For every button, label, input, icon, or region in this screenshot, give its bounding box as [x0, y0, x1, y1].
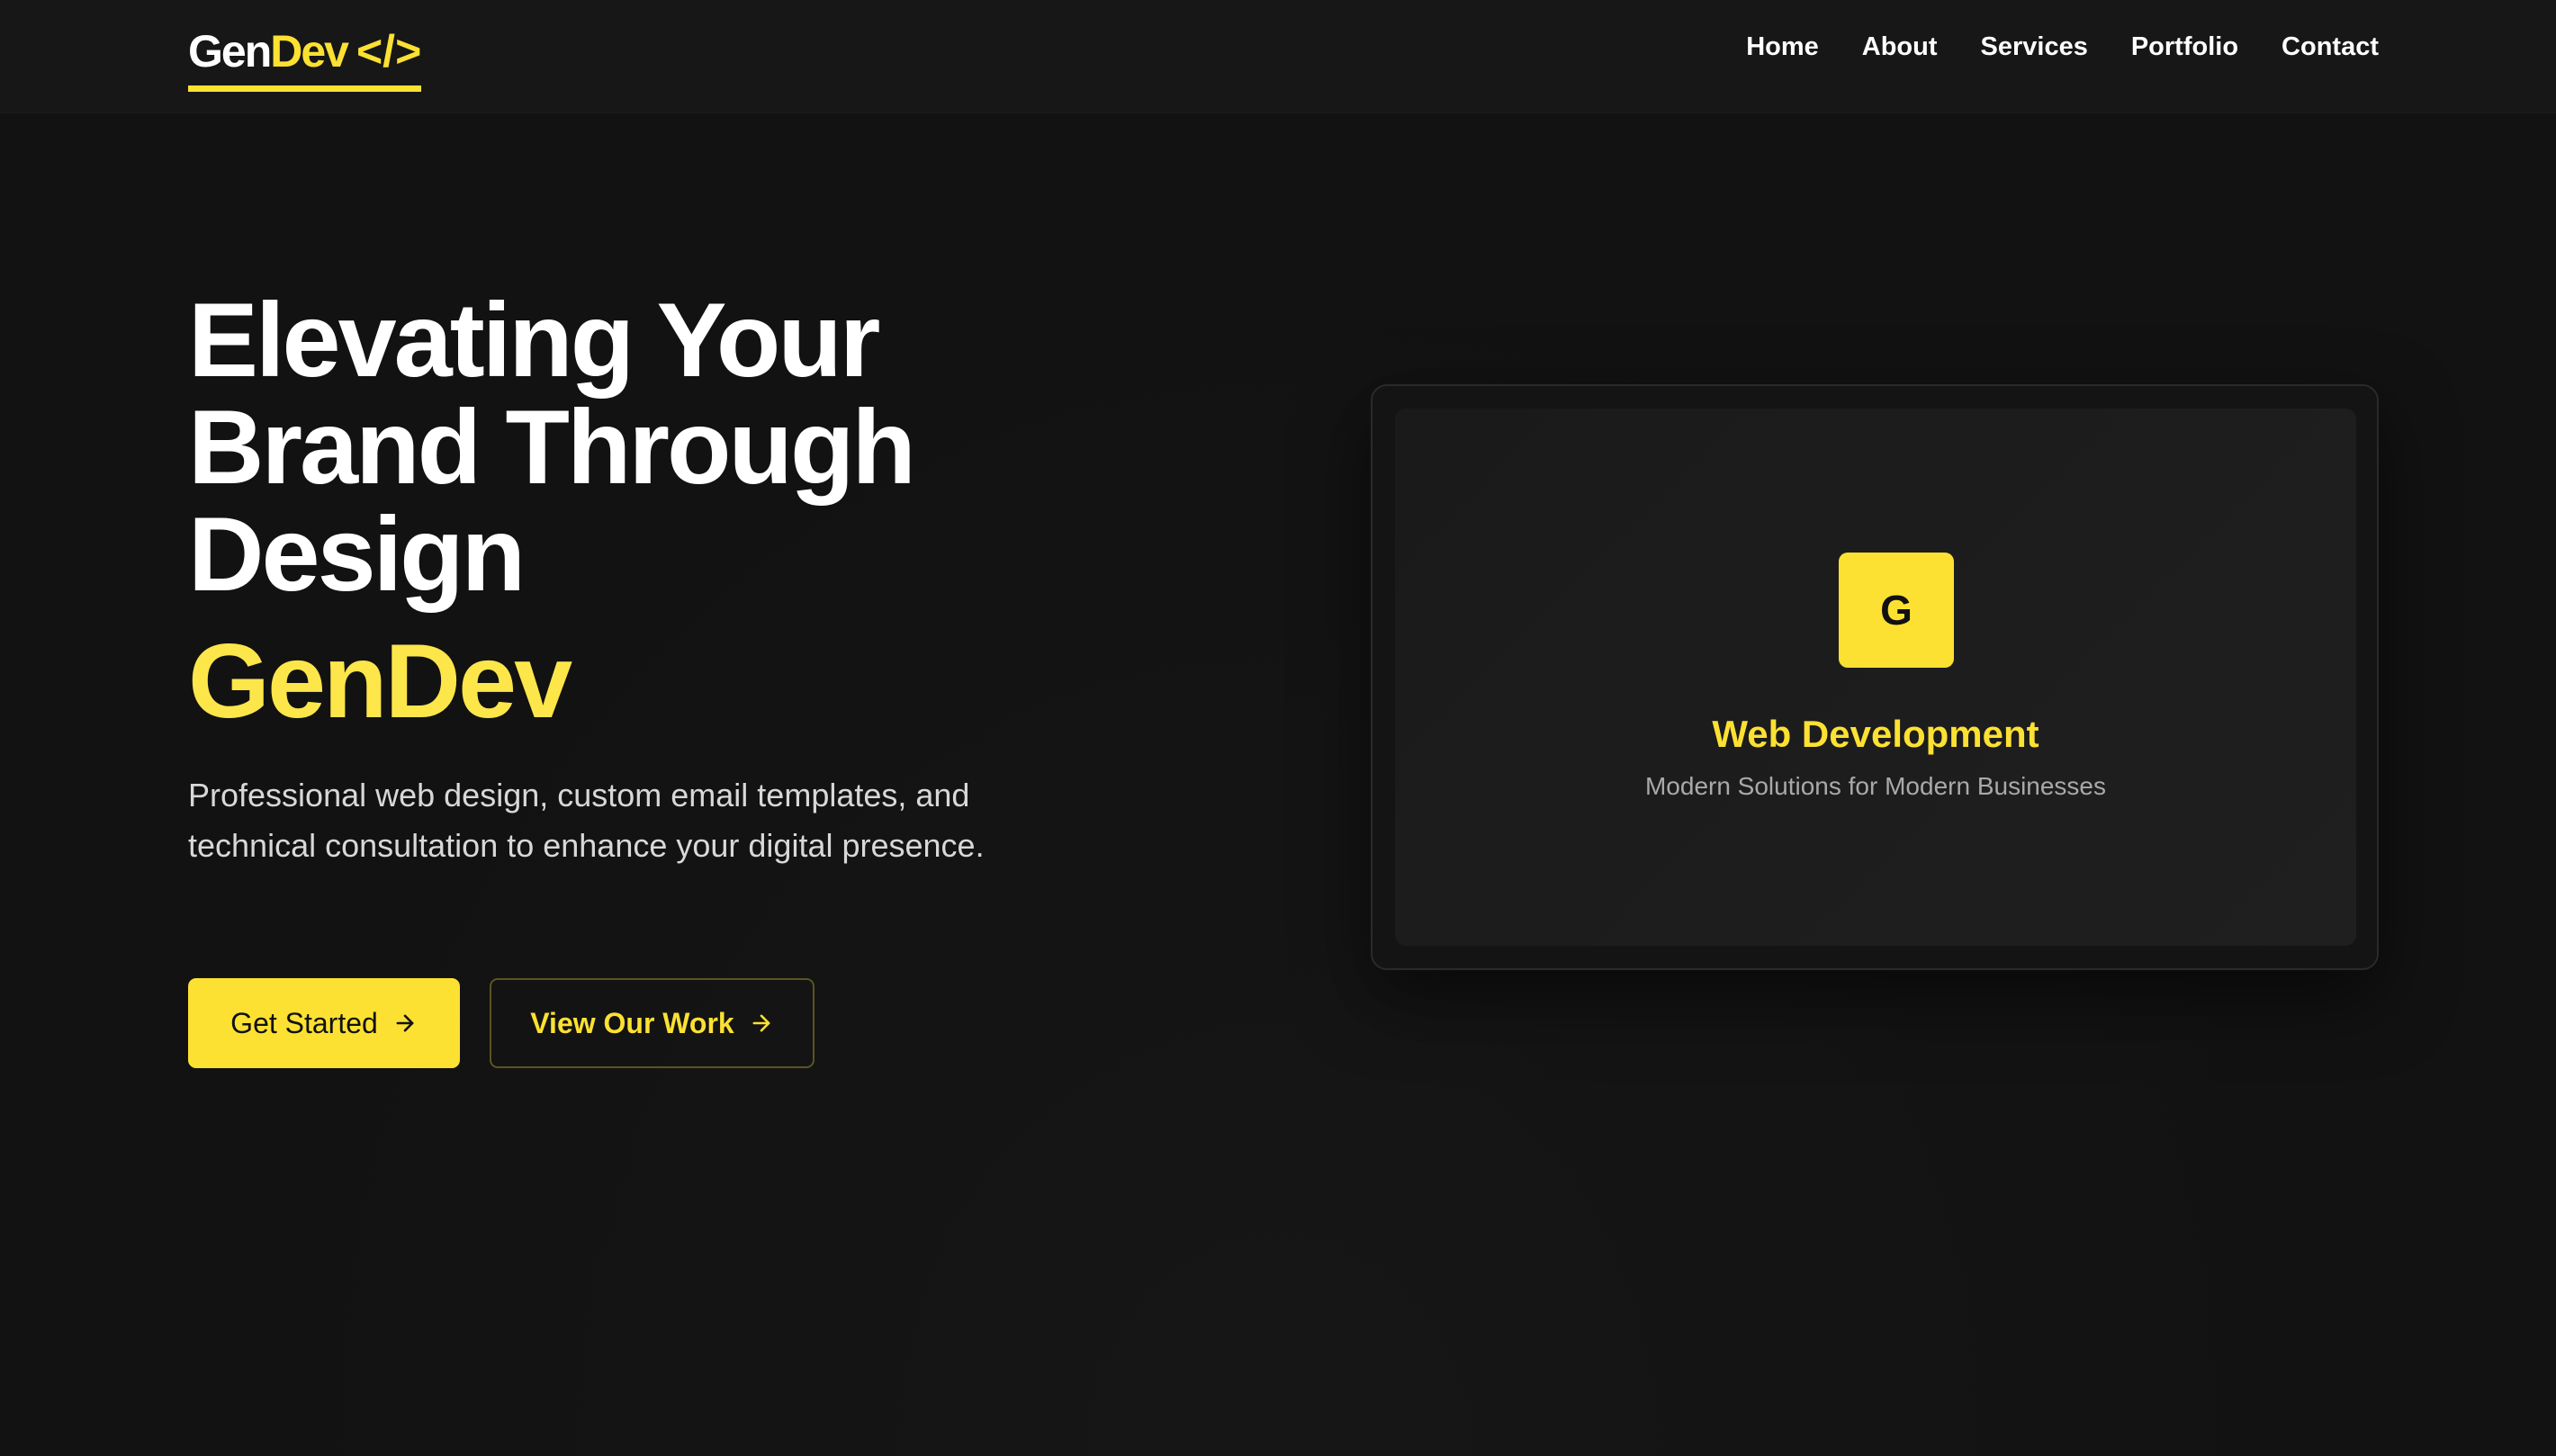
arrow-right-icon: [752, 1014, 770, 1032]
code-brackets-icon: </>: [356, 25, 422, 76]
nav-links: Home About Services Portfolio Contact: [1746, 32, 2379, 62]
card-title: Web Development: [1712, 713, 2039, 755]
card-subtitle: Modern Solutions for Modern Businesses: [1644, 772, 2107, 800]
hero-brand: GenDev: [188, 622, 572, 740]
get-started-button[interactable]: Get Started: [188, 978, 460, 1068]
hero-buttons: Get Started View Our Work: [188, 978, 814, 1068]
hero-title-line-1: Elevating Your: [188, 281, 880, 399]
logo-gen: Gen: [188, 25, 272, 76]
g-badge-icon: G: [1839, 553, 1954, 668]
nav-link-services[interactable]: Services: [1981, 32, 2088, 62]
hero-title-line-2: Brand Through: [188, 388, 916, 506]
nav-link-about[interactable]: About: [1862, 32, 1938, 62]
view-our-work-button[interactable]: View Our Work: [490, 978, 814, 1068]
logo-dev: Dev: [270, 25, 349, 76]
nav-link-home[interactable]: Home: [1746, 32, 1819, 62]
logo[interactable]: Gen Dev </>: [188, 20, 422, 92]
feature-card-inner: G Web Development Modern Solutions for M…: [1395, 409, 2356, 946]
nav-link-contact[interactable]: Contact: [2282, 32, 2379, 62]
arrow-right-icon: [396, 1014, 414, 1032]
feature-card: G Web Development Modern Solutions for M…: [1371, 384, 2379, 970]
navbar: Gen Dev </> Home About Services Portfolio …: [0, 0, 2556, 113]
hero-title: Elevating Your Brand Through Design: [188, 286, 1088, 607]
hero-title-line-3: Design: [188, 495, 526, 613]
page: Gen Dev </> Home About Services Portfolio …: [0, 0, 2556, 1456]
nav-link-portfolio[interactable]: Portfolio: [2131, 32, 2238, 62]
hero-description: Professional web design, custom email te…: [188, 777, 985, 864]
view-our-work-label: View Our Work: [530, 1006, 734, 1039]
get-started-label: Get Started: [230, 1006, 378, 1039]
